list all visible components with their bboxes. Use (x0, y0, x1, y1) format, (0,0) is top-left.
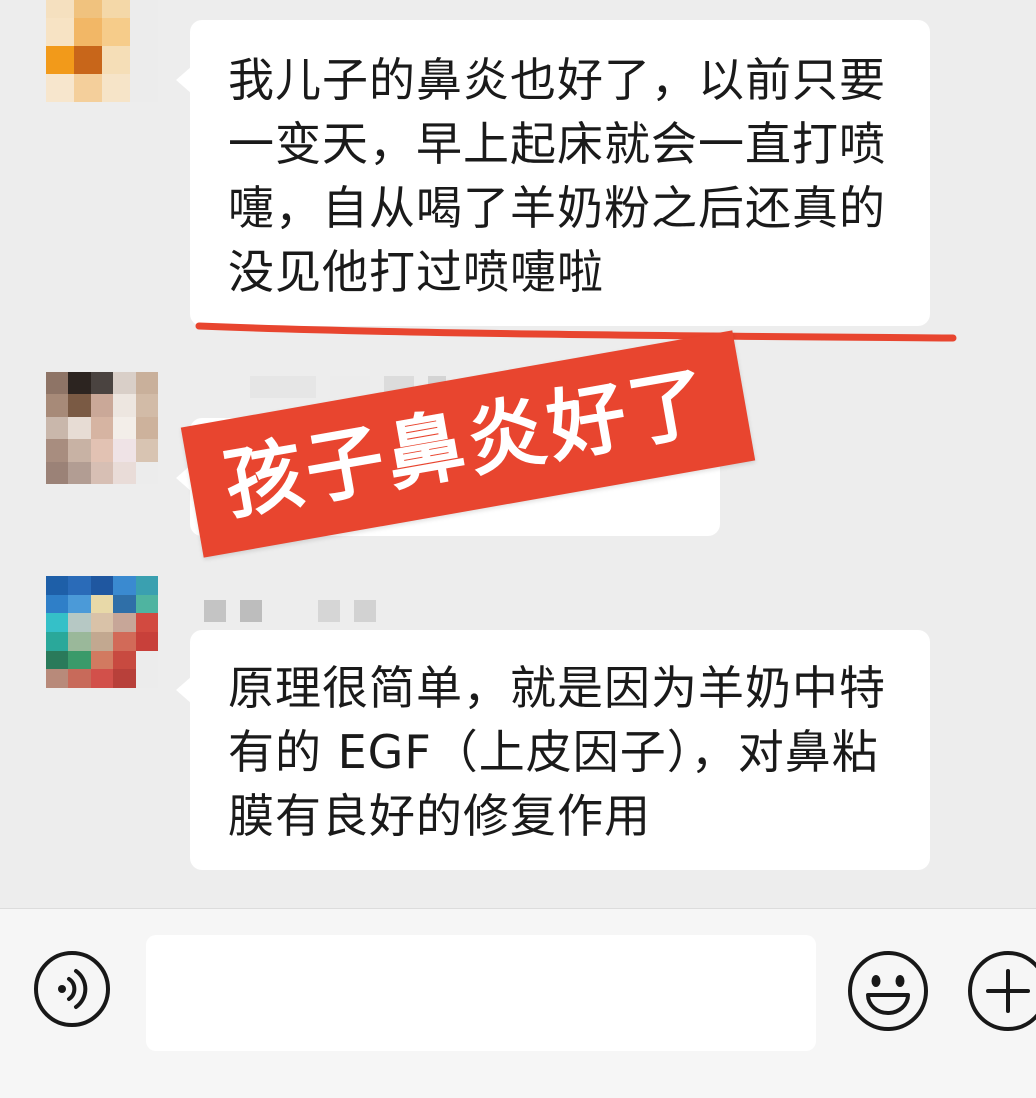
avatar[interactable] (46, 372, 158, 484)
red-underline-annotation (195, 322, 957, 342)
message-text: 原理很简单，就是因为羊奶中特有的 EGF（上皮因子），对鼻粘膜有良好的修复作用 (228, 661, 886, 843)
plus-icon[interactable] (966, 949, 1036, 1033)
message-bubble[interactable]: 原理很简单，就是因为羊奶中特有的 EGF（上皮因子），对鼻粘膜有良好的修复作用 (176, 630, 930, 870)
message-text: 我儿子的鼻炎也好了，以前只要一变天，早上起床就会一直打喷嚏，自从喝了羊奶粉之后还… (228, 53, 886, 299)
message-bubble[interactable]: 我儿子的鼻炎也好了，以前只要一变天，早上起床就会一直打喷嚏，自从喝了羊奶粉之后还… (176, 20, 930, 326)
voice-icon[interactable] (32, 949, 112, 1029)
message-input-bar (0, 908, 1036, 1098)
emoji-icon[interactable] (846, 949, 930, 1033)
message-input[interactable] (146, 935, 816, 1051)
sender-name-blurred (204, 600, 376, 622)
avatar[interactable] (46, 0, 158, 102)
chat-area: 我儿子的鼻炎也好了，以前只要一变天，早上起床就会一直打喷嚏，自从喝了羊奶粉之后还… (0, 0, 1036, 908)
avatar[interactable] (46, 576, 158, 688)
